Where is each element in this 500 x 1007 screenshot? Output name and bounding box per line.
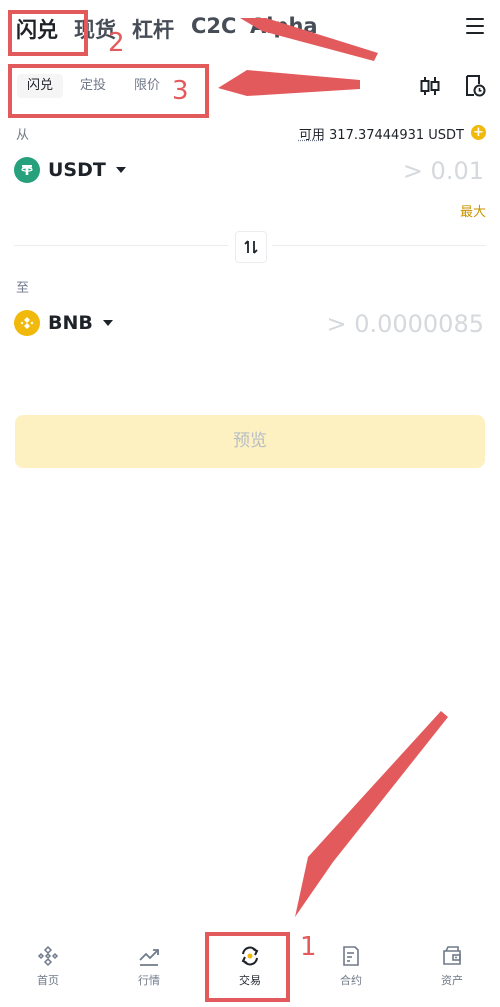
from-amount-input[interactable]: > 0.01 bbox=[403, 157, 484, 185]
nav-markets[interactable]: 行情 bbox=[117, 944, 181, 988]
usdt-coin-icon bbox=[14, 157, 40, 183]
annotation-number-2: 2 bbox=[108, 28, 125, 58]
nav-markets-label: 行情 bbox=[138, 974, 160, 987]
preview-button[interactable]: 预览 bbox=[15, 415, 485, 468]
arrow-to-nav-1 bbox=[295, 711, 448, 917]
available-label: 可用 bbox=[298, 128, 325, 143]
to-coin-name: BNB bbox=[48, 312, 93, 334]
chevron-down-icon bbox=[102, 320, 113, 326]
chevron-down-icon bbox=[115, 167, 126, 173]
annotation-number-3: 3 bbox=[172, 76, 189, 106]
nav-assets-label: 资产 bbox=[441, 974, 463, 987]
order-history-icon[interactable] bbox=[463, 74, 487, 98]
menu-icon[interactable] bbox=[466, 18, 484, 34]
from-coin-name: USDT bbox=[48, 159, 106, 181]
annotation-box-1 bbox=[205, 932, 290, 1002]
available-balance: 可用 317.37444931 USDT bbox=[299, 124, 464, 143]
nav-assets[interactable]: 资产 bbox=[420, 944, 484, 988]
from-label: 从 bbox=[16, 128, 30, 143]
max-button[interactable]: 最大 bbox=[460, 201, 486, 220]
annotation-box-2 bbox=[8, 10, 88, 56]
divider-left bbox=[14, 245, 228, 246]
futures-document-icon bbox=[343, 946, 359, 966]
swap-arrows-icon bbox=[244, 240, 258, 254]
market-chart-icon bbox=[139, 949, 159, 966]
nav-home[interactable]: 首页 bbox=[16, 944, 80, 988]
annotation-number-1: 1 bbox=[300, 932, 317, 962]
arrow-to-subtab-3 bbox=[218, 70, 360, 96]
top-tab-margin[interactable]: 杠杆 bbox=[132, 14, 174, 44]
nav-futures[interactable]: 合约 bbox=[319, 944, 383, 988]
annotation-arrows bbox=[218, 18, 448, 917]
deposit-plus-icon[interactable]: + bbox=[471, 125, 486, 140]
swap-direction-button[interactable] bbox=[235, 231, 267, 263]
binance-logo-icon bbox=[37, 945, 59, 967]
nav-home-label: 首页 bbox=[37, 974, 59, 987]
to-amount-input[interactable]: > 0.0000085 bbox=[326, 310, 484, 338]
candlestick-chart-icon[interactable] bbox=[418, 74, 442, 98]
nav-futures-label: 合约 bbox=[340, 974, 362, 987]
bnb-coin-icon bbox=[14, 310, 40, 336]
top-tab-c2c[interactable]: C2C bbox=[191, 14, 236, 38]
divider-right bbox=[272, 245, 486, 246]
top-tab-alpha[interactable]: Alpha bbox=[250, 14, 318, 38]
available-value: 317.37444931 USDT bbox=[329, 128, 464, 143]
to-coin-selector[interactable]: BNB bbox=[14, 310, 113, 336]
to-label: 至 bbox=[16, 281, 30, 296]
wallet-icon bbox=[443, 946, 461, 965]
from-coin-selector[interactable]: USDT bbox=[14, 157, 126, 183]
